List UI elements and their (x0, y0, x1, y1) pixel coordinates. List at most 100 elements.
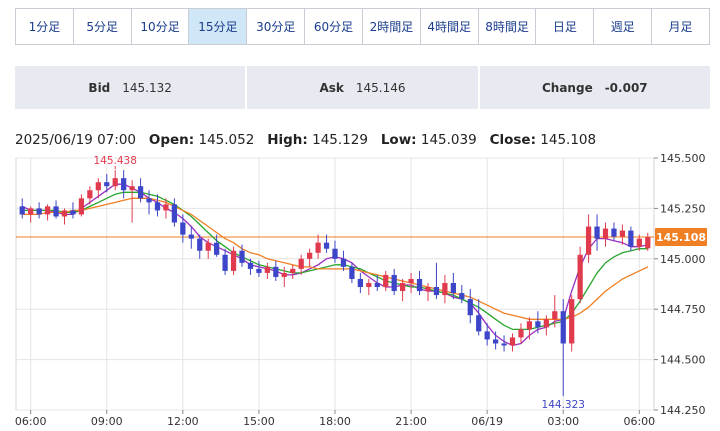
x-tick-label: 03:00 (547, 415, 579, 428)
y-tick-label: 144.500 (660, 354, 706, 367)
tab-6[interactable]: 2時間足 (363, 9, 421, 44)
candle-body (501, 343, 507, 346)
candle-body (416, 278, 423, 292)
tab-10[interactable]: 週足 (594, 9, 653, 44)
high-label: High: (267, 132, 308, 148)
candle-body (450, 282, 456, 294)
tab-11[interactable]: 月足 (652, 9, 709, 44)
candle-body (391, 274, 397, 292)
bid-value: 145.132 (122, 80, 172, 95)
candle-body (526, 321, 533, 330)
candle-body (602, 228, 609, 239)
tab-3[interactable]: 15分足 (189, 9, 248, 44)
tab-5[interactable]: 60分足 (305, 9, 363, 44)
y-tick-label: 144.250 (660, 404, 706, 417)
bid-label: Bid (88, 80, 111, 95)
candle-body (340, 258, 347, 267)
candle-body (36, 208, 42, 215)
candle-body (87, 190, 93, 199)
candle-body (281, 272, 287, 277)
candle-body (298, 258, 304, 269)
candle-body (214, 242, 220, 255)
open-value: 145.052 (198, 132, 255, 148)
close-label: Close: (489, 132, 536, 148)
candle-body (585, 226, 592, 255)
quote-bar: Bid 145.132 Ask 145.146 Change -0.007 (15, 66, 710, 109)
candle-body (53, 206, 59, 217)
candle-body (78, 198, 85, 215)
ask-value: 145.146 (355, 80, 406, 95)
candle-body (146, 198, 152, 203)
candle-body (129, 186, 135, 191)
candle-body (611, 228, 617, 237)
candle-body (459, 293, 465, 300)
tab-7[interactable]: 4時間足 (421, 9, 479, 44)
candle-body (95, 182, 101, 191)
candle-body (374, 282, 380, 288)
change-value: -0.007 (604, 80, 648, 95)
x-tick-label: 09:00 (91, 415, 123, 428)
y-tick-label: 145.000 (660, 253, 706, 266)
candle-body (492, 339, 499, 344)
x-tick-label: 21:00 (395, 415, 427, 428)
candle-body (230, 250, 237, 271)
change-label: Change (541, 80, 593, 95)
candle-body (180, 222, 186, 235)
candle-body (476, 315, 482, 332)
x-tick-label: 12:00 (167, 415, 199, 428)
candle-body (433, 287, 440, 296)
candle-body (154, 202, 161, 211)
y-tick-label: 145.500 (660, 152, 706, 165)
candle-body (332, 248, 338, 259)
tab-1[interactable]: 5分足 (74, 9, 132, 44)
candle-body (569, 299, 575, 344)
candle-body (636, 238, 642, 247)
tab-8[interactable]: 8時間足 (479, 9, 537, 44)
current-price-label: 145.108 (656, 231, 706, 244)
y-tick-label: 145.250 (660, 202, 706, 215)
candle-body (552, 311, 558, 320)
candle-body (645, 237, 651, 249)
candle-body (594, 226, 600, 239)
candle-body (104, 182, 110, 187)
bid-cell: Bid 145.132 (15, 66, 248, 109)
x-tick-label: 15:00 (243, 415, 275, 428)
candle-body (543, 319, 549, 328)
tab-2[interactable]: 10分足 (132, 9, 190, 44)
candle-body (44, 206, 51, 215)
candle-body (137, 186, 144, 199)
low-label: Low: (380, 132, 417, 148)
max-label: 145.438 (94, 155, 137, 167)
candle-body (239, 250, 245, 263)
open-label: Open: (148, 132, 195, 148)
candle-body (425, 287, 431, 292)
candle-body (383, 274, 389, 288)
tab-4[interactable]: 30分足 (247, 9, 306, 44)
min-label: 144.323 (542, 399, 585, 411)
candle-body (264, 266, 270, 273)
x-tick-label: 06:00 (623, 415, 655, 428)
x-tick-label: 18:00 (319, 415, 351, 428)
candle-body (315, 242, 321, 253)
change-cell: Change -0.007 (480, 66, 710, 109)
candle-body (577, 254, 583, 300)
ask-label: Ask (319, 80, 344, 95)
candle-body (357, 278, 363, 288)
x-tick-label: 06/19 (471, 415, 503, 428)
candle-body (171, 204, 178, 223)
candle-body (188, 234, 194, 239)
candle-body (349, 266, 355, 279)
tab-9[interactable]: 日足 (536, 9, 595, 44)
candle-body (121, 178, 127, 191)
candle-body (256, 268, 262, 273)
low-value: 145.039 (420, 132, 477, 148)
timeframe-tabs: 1分足 5分足 10分足 15分足 30分足 60分足 2時間足 4時間足 8時間足 日足 週足 月足 (15, 8, 710, 45)
candle-body (222, 254, 228, 271)
candle-body (307, 252, 313, 259)
candle-body (163, 204, 169, 211)
tab-0[interactable]: 1分足 (16, 9, 74, 44)
x-tick-label: 06:00 (15, 415, 47, 428)
candle-body (19, 206, 25, 215)
candle-body (28, 208, 34, 215)
candlestick-chart[interactable]: 145.500 145.250 145.000 144.750 144.500 144.2… (0, 152, 720, 431)
